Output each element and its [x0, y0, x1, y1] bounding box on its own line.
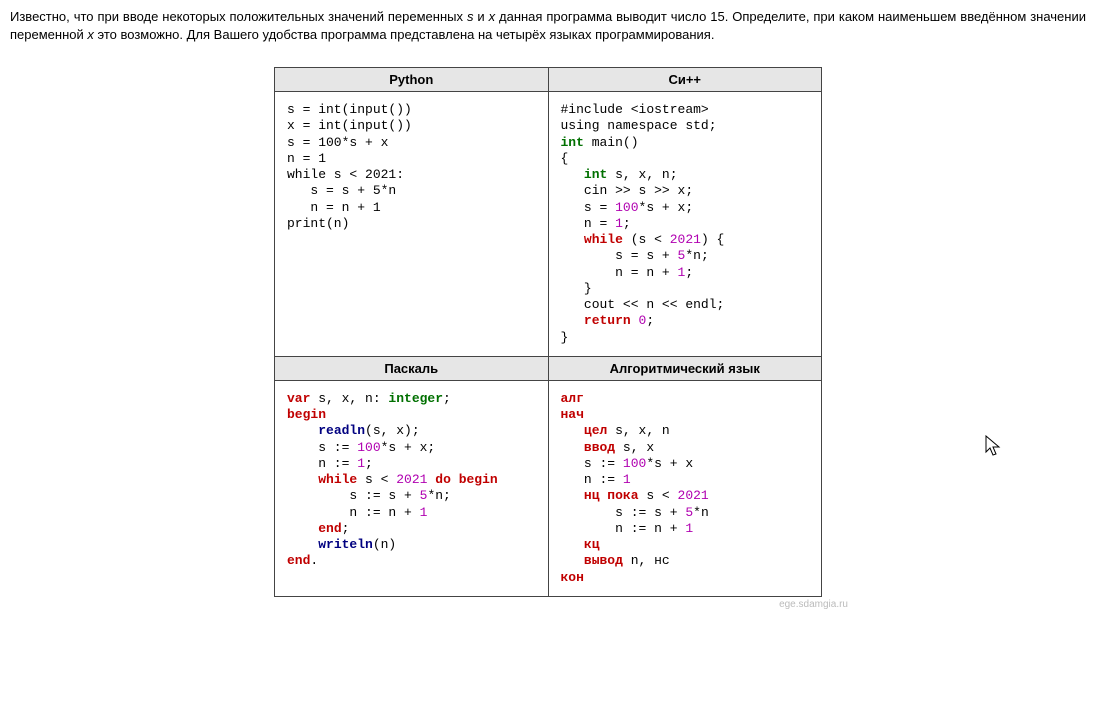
header-alg: Алгоритмический язык: [548, 356, 822, 380]
code-cell-pascal: var s, x, n: integer; begin readln(s, x)…: [275, 380, 549, 596]
text: Известно, что при вводе некоторых положи…: [10, 9, 467, 24]
code-cell-alg: алг нач цел s, x, n ввод s, x s := 100*s…: [548, 380, 822, 596]
code-table-wrap: Python Си++ s = int(input()) x = int(inp…: [10, 67, 1086, 597]
code-cell-cpp: #include <iostream> using namespace std;…: [548, 92, 822, 357]
text: и: [473, 9, 488, 24]
python-code: s = int(input()) x = int(input()) s = 10…: [287, 102, 536, 232]
source-footer: ege.sdamgia.ru: [10, 599, 1086, 610]
pascal-code: var s, x, n: integer; begin readln(s, x)…: [287, 391, 536, 570]
code-cell-python: s = int(input()) x = int(input()) s = 10…: [275, 92, 549, 357]
alg-code: алг нач цел s, x, n ввод s, x s := 100*s…: [561, 391, 810, 586]
header-python: Python: [275, 68, 549, 92]
problem-statement: Известно, что при вводе некоторых положи…: [10, 8, 1086, 43]
text: данная программа выводит число 15.: [495, 9, 728, 24]
header-pascal: Паскаль: [275, 356, 549, 380]
header-cpp: Си++: [548, 68, 822, 92]
text: это возможно. Для Вашего удобства програ…: [94, 27, 715, 42]
cpp-code: #include <iostream> using namespace std;…: [561, 102, 810, 346]
code-table: Python Си++ s = int(input()) x = int(inp…: [274, 67, 822, 597]
